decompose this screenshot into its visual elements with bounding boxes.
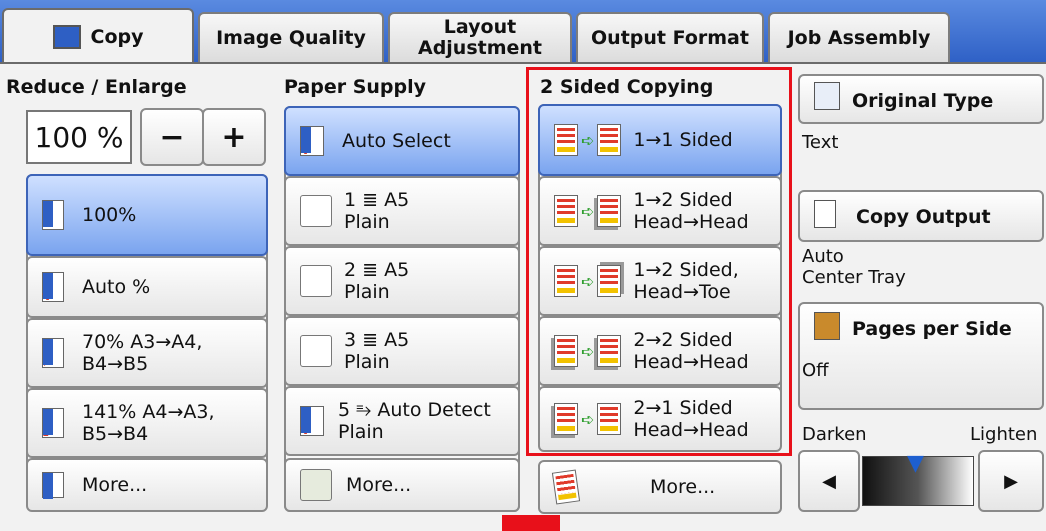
paper-option-label: Auto Select [342,130,451,152]
paper-more-button[interactable]: More... [284,458,520,512]
paper-option-label: 1 ≣ A5 Plain [344,189,410,233]
tray-icon [300,265,332,297]
zoom-value-display: 100 % [26,110,132,164]
tab-output-format[interactable]: Output Format [576,12,764,62]
tab-copy-label: Copy [90,25,144,48]
reduce-icon: ↗ [41,338,64,371]
minus-icon: − [159,119,185,155]
bypass-paper-icon: ϟ [299,406,324,439]
paper-option-label: More... [346,474,412,496]
zoom-option-label: More... [82,474,148,496]
original-type-icon [814,82,840,110]
zoom-option-auto[interactable]: ϟ Auto % [26,256,268,318]
paper-option-label: 3 ≣ A5 Plain [344,329,410,373]
pages-per-side-icon [814,312,840,340]
paper-tray-2[interactable]: 2 ≣ A5 Plain [284,246,520,316]
plus-icon: + [221,119,247,155]
zoom-more-button[interactable]: ↗ More... [26,458,268,512]
zoom-plus-button[interactable]: + [202,108,266,166]
paper-tray-1[interactable]: 1 ≣ A5 Plain [284,176,520,246]
tab-layout-adjustment-label: Layout Adjustment [417,16,543,59]
more-icon: ↗ [41,472,64,501]
copy-output-title: Copy Output [856,206,991,228]
arrow-left-icon: ◀ [822,470,836,492]
paper-stack-icon [300,469,332,501]
paper-option-label: 5 ⥱ Auto Detect Plain [338,399,491,443]
lighten-button[interactable]: ▶ [978,450,1044,512]
tab-copy[interactable]: Copy [2,8,194,64]
paper-option-label: 2 ≣ A5 Plain [344,259,410,303]
zoom-option-label: Auto % [82,276,151,298]
bottom-indicator [502,515,560,531]
paper-bypass-tray[interactable]: ϟ 5 ⥱ Auto Detect Plain [284,386,520,456]
arrow-right-icon: ▶ [1004,470,1018,492]
zoom-option-label: 141% A4→A3, B5→B4 [82,401,215,445]
original-type-value: Text [802,132,839,153]
lighten-label: Lighten [970,424,1038,445]
zoom-option-label: 70% A3→A4, B4→B5 [82,331,203,375]
pages-per-side-value: Off [802,360,829,381]
density-slider[interactable]: ▼ [862,451,974,506]
tab-job-assembly[interactable]: Job Assembly [768,12,950,62]
duplex-more-button[interactable]: More... [538,460,782,514]
darken-button[interactable]: ◀ [798,450,860,512]
tab-job-assembly-label: Job Assembly [787,26,931,49]
highlight-box [526,67,792,456]
pages-per-side-title: Pages per Side [852,318,1012,340]
enlarge-icon: ↙ [41,408,64,441]
copy-icon [52,25,81,49]
document-icon [42,200,64,230]
paper-auto-select[interactable]: ϟ Auto Select [284,106,520,176]
paper-tray-3[interactable]: 3 ≣ A5 Plain [284,316,520,386]
copy-output-icon [814,200,836,228]
duplex-option-label: More... [650,476,716,498]
slider-indicator-icon: ▼ [907,451,924,476]
auto-reduce-icon: ϟ [41,272,64,305]
zoom-option-label: 100% [82,204,137,226]
tab-image-quality-label: Image Quality [216,26,366,49]
tab-output-format-label: Output Format [591,26,749,49]
reduce-enlarge-title: Reduce / Enlarge [6,76,187,98]
darken-label: Darken [802,424,867,445]
tray-icon [300,335,332,367]
copy-output-value: Auto Center Tray [802,246,906,288]
duplex-settings-icon [551,469,581,505]
original-type-title: Original Type [852,90,994,112]
tab-image-quality[interactable]: Image Quality [198,12,384,62]
zoom-option-141[interactable]: ↙ 141% A4→A3, B5→B4 [26,388,268,458]
auto-paper-icon: ϟ [299,126,324,159]
zoom-option-70[interactable]: ↗ 70% A3→A4, B4→B5 [26,318,268,388]
zoom-minus-button[interactable]: − [140,108,204,166]
tray-icon [300,195,332,227]
tab-layout-adjustment[interactable]: Layout Adjustment [388,12,572,62]
paper-supply-title: Paper Supply [284,76,427,98]
zoom-option-100[interactable]: 100% [26,174,268,256]
